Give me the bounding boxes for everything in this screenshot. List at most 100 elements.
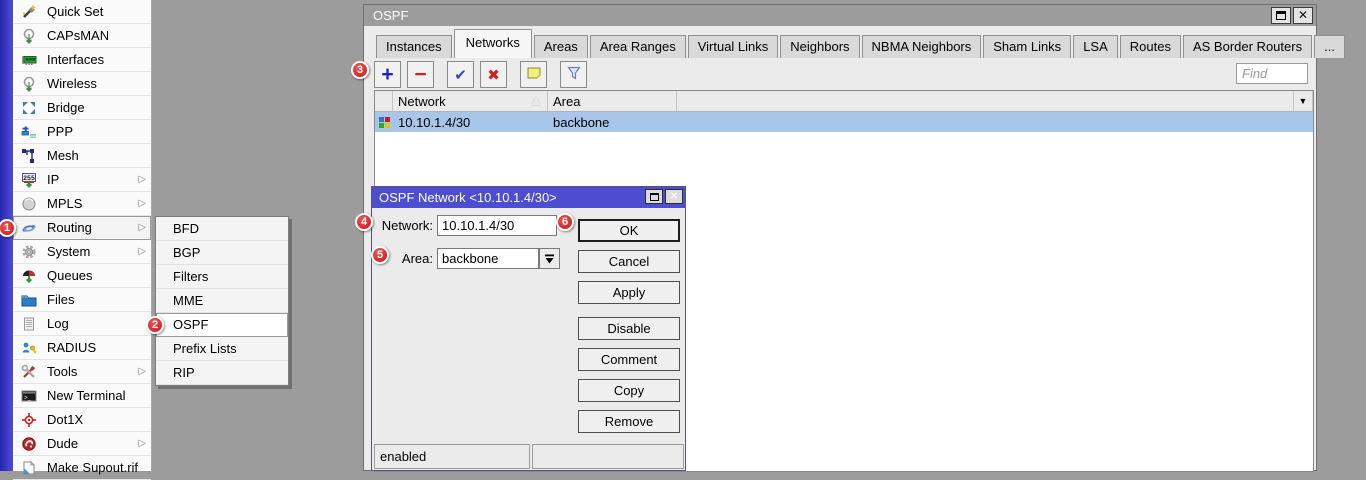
enable-button[interactable]: ✔ [447,61,474,88]
sidebar-item-ip[interactable]: 255 IP ▷ [13,168,151,192]
comment-button[interactable]: Comment [578,348,680,371]
ospf-window-titlebar[interactable]: OSPF ✕ [364,5,1316,26]
sidebar-item-routing[interactable]: Routing ▷ [13,216,151,240]
disable-button[interactable]: ✖ [480,61,507,88]
dropdown-arrow-icon [544,253,555,265]
column-chooser-button[interactable]: ▼ [1293,91,1313,111]
maximize-icon [650,193,659,201]
header-flags-column [375,91,393,111]
maximize-button[interactable] [1271,7,1291,24]
sidebar-item-label: Files [47,292,74,307]
sidebar-item-label: Queues [47,268,93,283]
cell-network: 10.10.1.4/30 [393,115,548,130]
status-enabled: enabled [374,444,530,469]
submenu-item-bfd[interactable]: BFD [156,217,288,241]
list-toolbar: + − ✔ ✖ [374,61,593,88]
submenu-item-ospf[interactable]: OSPF [156,313,288,337]
header-network-column[interactable]: Network [393,91,548,111]
header-area-label: Area [553,94,580,109]
antenna-icon [21,28,39,44]
sidebar-item-tools[interactable]: Tools ▷ [13,360,151,384]
tab-lsa[interactable]: LSA [1073,35,1118,58]
main-menu-sidebar: Quick Set CAPsMAN Interfaces Wireless Br… [13,0,152,471]
sidebar-item-interfaces[interactable]: Interfaces [13,48,151,72]
cancel-button[interactable]: Cancel [578,250,680,273]
submenu-item-prefix-lists[interactable]: Prefix Lists [156,337,288,361]
sidebar-item-capsman[interactable]: CAPsMAN [13,24,151,48]
copy-button[interactable]: Copy [578,379,680,402]
filter-button[interactable] [560,61,587,88]
sidebar-item-label: Dude [47,436,78,451]
ip-icon: 255 [21,172,39,188]
sidebar-item-dude[interactable]: Dude ▷ [13,432,151,456]
radius-icon [21,340,39,356]
header-network-label: Network [398,94,446,109]
comment-button[interactable] [520,61,547,88]
dialog-titlebar[interactable]: OSPF Network <10.10.1.4/30> ✕ [372,187,685,208]
cross-icon: ✖ [487,66,500,84]
gear-icon [21,244,39,260]
submenu-item-bgp[interactable]: BGP [156,241,288,265]
sidebar-item-mpls[interactable]: MPLS ▷ [13,192,151,216]
remove-button[interactable]: − [407,61,434,88]
sidebar-item-wireless[interactable]: Wireless [13,72,151,96]
apply-button[interactable]: Apply [578,281,680,304]
ppp-icon [21,124,39,140]
step-badge-5: 5 [371,246,389,264]
ospf-tab-bar: Instances Networks Areas Area Ranges Vir… [376,28,1256,58]
tab-sham-links[interactable]: Sham Links [983,35,1071,58]
dialog-maximize-button[interactable] [645,189,663,204]
sidebar-item-log[interactable]: Log [13,312,151,336]
sidebar-item-bridge[interactable]: Bridge [13,96,151,120]
sidebar-item-radius[interactable]: RADIUS [13,336,151,360]
tab-neighbors[interactable]: Neighbors [780,35,859,58]
sidebar-item-new-terminal[interactable]: >_ New Terminal [13,384,151,408]
sidebar-item-make-supout[interactable]: Make Supout.rif [13,456,151,480]
area-dropdown-button[interactable] [539,248,560,269]
table-row[interactable]: 10.10.1.4/30 backbone [375,112,1313,132]
area-combobox-input[interactable] [437,248,539,269]
status-secondary [532,444,684,469]
maximize-icon [1276,11,1286,20]
step-badge-6: 6 [556,213,574,231]
dialog-close-button[interactable]: ✕ [665,189,683,204]
tab-instances[interactable]: Instances [376,35,452,58]
tab-area-ranges[interactable]: Area Ranges [590,35,686,58]
queues-icon [21,268,39,284]
sidebar-item-label: RADIUS [47,340,96,355]
tab-areas[interactable]: Areas [534,35,588,58]
remove-button[interactable]: Remove [578,410,680,433]
ok-button[interactable]: OK [578,219,680,242]
tab-nbma-neighbors[interactable]: NBMA Neighbors [862,35,982,58]
network-state-icon [375,117,393,128]
submenu-item-rip[interactable]: RIP [156,361,288,385]
network-field-input[interactable] [437,215,557,236]
tab-as-border-routers[interactable]: AS Border Routers [1183,35,1312,58]
sidebar-item-dot1x[interactable]: Dot1X [13,408,151,432]
close-icon: ✕ [1298,5,1308,26]
supout-icon [21,460,39,476]
tab-routes[interactable]: Routes [1120,35,1181,58]
find-input[interactable] [1236,63,1308,84]
filter-funnel-icon [566,65,582,84]
tab-networks[interactable]: Networks [454,29,532,58]
submenu-item-filters[interactable]: Filters [156,265,288,289]
sidebar-item-system[interactable]: System ▷ [13,240,151,264]
sidebar-item-files[interactable]: Files [13,288,151,312]
tab-more[interactable]: ... [1314,35,1345,58]
chevron-down-icon: ▼ [1299,96,1308,106]
sidebar-item-label: Dot1X [47,412,83,427]
sidebar-item-mesh[interactable]: Mesh [13,144,151,168]
header-area-column[interactable]: Area [548,91,677,111]
sidebar-item-ppp[interactable]: PPP [13,120,151,144]
sidebar-item-queues[interactable]: Queues [13,264,151,288]
submenu-arrow-icon: ▷ [138,174,146,185]
submenu-item-mme[interactable]: MME [156,289,288,313]
sidebar-item-label: Bridge [47,100,85,115]
step-badge-4: 4 [355,213,373,231]
add-button[interactable]: + [374,61,401,88]
sidebar-item-quick-set[interactable]: Quick Set [13,0,151,24]
disable-button[interactable]: Disable [578,317,680,340]
close-button[interactable]: ✕ [1293,7,1313,24]
tab-virtual-links[interactable]: Virtual Links [688,35,779,58]
